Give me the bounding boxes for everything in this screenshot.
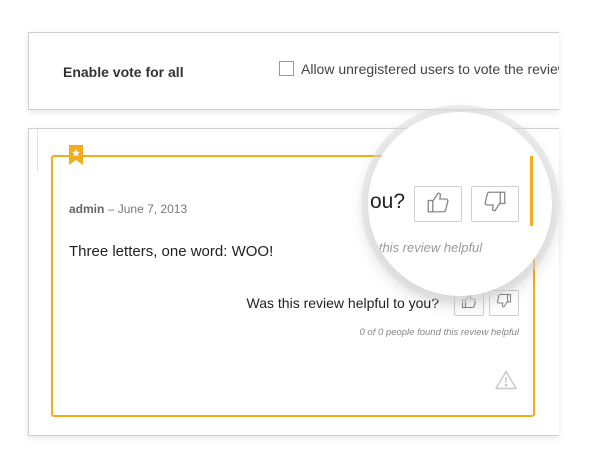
- helpful-stats: 0 of 0 people found this review helpful: [359, 327, 520, 338]
- settings-panel: Enable vote for all Allow unregistered u…: [28, 32, 559, 110]
- allow-unregistered-checkbox[interactable]: [279, 61, 294, 76]
- magnified-stats: d this review helpful: [368, 240, 483, 255]
- review-meta: admin – June 7, 2013: [69, 202, 187, 216]
- magnified-question: ou?: [370, 190, 406, 213]
- thumbs-down-button[interactable]: [489, 290, 519, 316]
- thumbs-down-icon: [496, 293, 512, 314]
- panel-divider: [37, 129, 38, 171]
- enable-vote-label: Enable vote for all: [63, 64, 184, 80]
- star-bookmark-icon: [69, 145, 83, 165]
- magnified-thumbs-up-button[interactable]: [414, 186, 462, 222]
- magnifier-lens: ou? d this review helpful: [368, 112, 552, 296]
- settings-clip: Enable vote for all Allow unregistered u…: [29, 33, 559, 109]
- review-text: Three letters, one word: WOO!: [69, 243, 274, 260]
- report-warning-icon[interactable]: [495, 370, 517, 395]
- magnified-card-border: [530, 156, 533, 226]
- allow-unregistered-label[interactable]: Allow unregistered users to vote the rev…: [301, 61, 559, 77]
- helpful-question: Was this review helpful to you?: [246, 295, 439, 311]
- meta-separator: –: [107, 202, 115, 216]
- magnified-thumbs-down-button[interactable]: [471, 186, 519, 222]
- thumbs-up-icon: [426, 190, 450, 219]
- thumbs-down-icon: [483, 190, 507, 219]
- review-author: admin: [69, 202, 105, 216]
- review-date: June 7, 2013: [117, 202, 188, 216]
